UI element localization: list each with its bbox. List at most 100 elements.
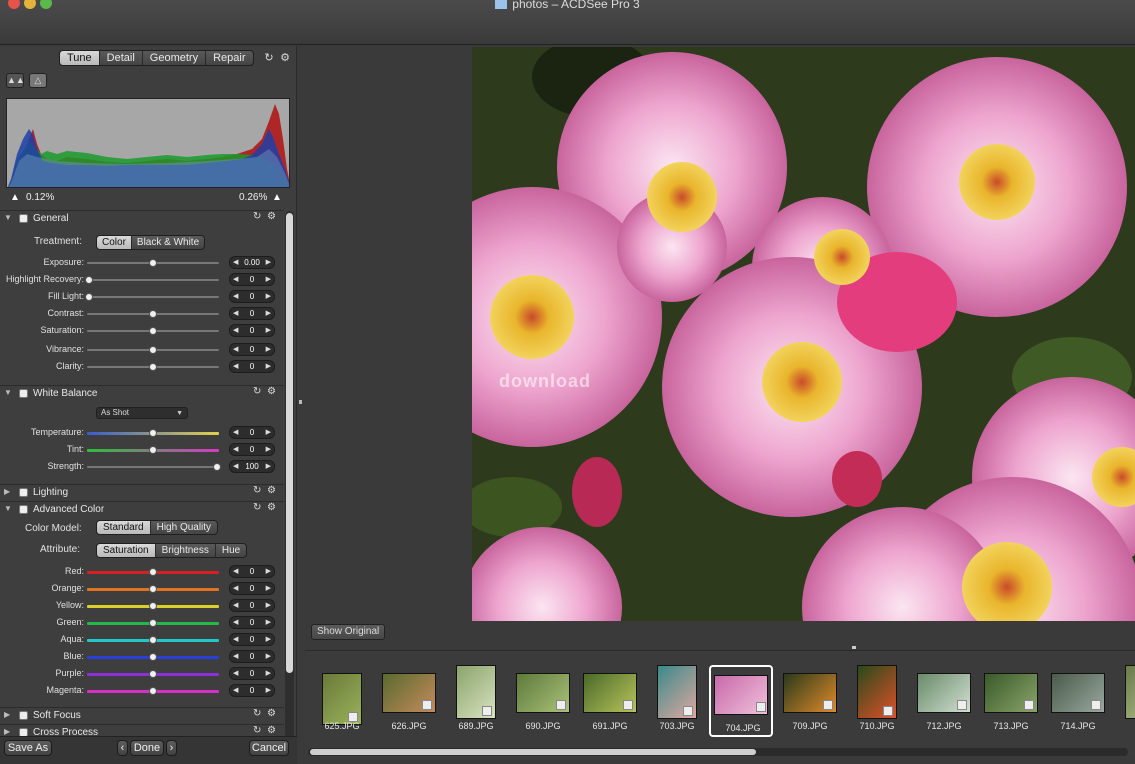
filmstrip-thumbnail[interactable]: 712.JPG — [912, 665, 976, 737]
increment-icon[interactable]: ▶ — [266, 600, 271, 611]
filmstrip-splitter-handle[interactable] — [852, 646, 856, 649]
thumbnail-checkbox[interactable] — [756, 702, 766, 712]
decrement-icon[interactable]: ◀ — [233, 461, 238, 472]
tint-slider-knob[interactable] — [149, 446, 157, 454]
decrement-icon[interactable]: ◀ — [233, 291, 238, 302]
fill-light-slider-knob[interactable] — [85, 293, 93, 301]
disclosure-closed-icon[interactable]: ▶ — [4, 727, 10, 736]
increment-icon[interactable]: ▶ — [266, 634, 271, 645]
white-balance-preset-select[interactable]: As Shot ▼ — [96, 407, 188, 419]
decrement-icon[interactable]: ◀ — [233, 685, 238, 696]
saturation-value[interactable]: 0 — [239, 325, 265, 336]
strength-slider-knob[interactable] — [213, 463, 221, 471]
reset-icon[interactable]: ↻ — [253, 725, 261, 736]
red-value[interactable]: 0 — [239, 566, 265, 577]
gear-icon[interactable]: ⚙ — [267, 725, 276, 736]
section-general[interactable]: ▼ General ↻ ⚙ — [0, 210, 284, 226]
panel-splitter-handle[interactable] — [299, 400, 302, 404]
contrast-slider-knob[interactable] — [149, 310, 157, 318]
filmstrip-thumbnail[interactable]: 626.JPG — [377, 665, 441, 737]
reset-icon[interactable]: ↻ — [253, 708, 261, 719]
histogram-mode-icon[interactable]: ▲▲ — [6, 73, 25, 88]
white-balance-enable-checkbox[interactable] — [19, 389, 28, 398]
filmstrip-thumbnail[interactable]: 625.JPG — [310, 665, 374, 737]
lighting-enable-checkbox[interactable] — [19, 488, 28, 497]
gear-icon[interactable]: ⚙ — [267, 211, 276, 222]
treatment-color-button[interactable]: Color — [97, 236, 132, 249]
gear-icon[interactable]: ⚙ — [267, 485, 276, 496]
section-lighting[interactable]: ▶ Lighting ↻ ⚙ — [0, 484, 284, 500]
section-advanced-color[interactable]: ▼ Advanced Color ↻ ⚙ — [0, 501, 284, 517]
reset-icon[interactable]: ↻ — [253, 386, 261, 397]
increment-icon[interactable]: ▶ — [266, 257, 271, 268]
increment-icon[interactable]: ▶ — [266, 361, 271, 372]
decrement-icon[interactable]: ◀ — [233, 617, 238, 628]
tab-repair[interactable]: Repair — [206, 51, 252, 65]
gear-icon[interactable]: ⚙ — [277, 50, 293, 66]
decrement-icon[interactable]: ◀ — [233, 668, 238, 679]
cross-process-enable-checkbox[interactable] — [19, 728, 28, 736]
reset-icon[interactable]: ↻ — [253, 211, 261, 222]
disclosure-closed-icon[interactable]: ▶ — [4, 487, 10, 496]
decrement-icon[interactable]: ◀ — [233, 444, 238, 455]
thumbnail-checkbox[interactable] — [823, 700, 833, 710]
saturation-slider-knob[interactable] — [149, 327, 157, 335]
increment-icon[interactable]: ▶ — [266, 617, 271, 628]
filmstrip-thumbnail[interactable]: 704.JPG — [709, 665, 773, 737]
decrement-icon[interactable]: ◀ — [233, 634, 238, 645]
filmstrip-thumbnail[interactable]: 689.JPG — [444, 665, 508, 737]
orange-slider-knob[interactable] — [149, 585, 157, 593]
previous-image-button[interactable]: ‹ — [117, 740, 128, 756]
increment-icon[interactable]: ▶ — [266, 444, 271, 455]
aqua-value[interactable]: 0 — [239, 634, 265, 645]
magenta-slider-knob[interactable] — [149, 687, 157, 695]
temperature-value[interactable]: 0 — [239, 427, 265, 438]
increment-icon[interactable]: ▶ — [266, 566, 271, 577]
reset-icon[interactable]: ↻ — [253, 485, 261, 496]
thumbnail-checkbox[interactable] — [883, 706, 893, 716]
disclosure-open-icon[interactable]: ▼ — [4, 213, 12, 222]
decrement-icon[interactable]: ◀ — [233, 257, 238, 268]
clarity-value[interactable]: 0 — [239, 361, 265, 372]
section-cross-process[interactable]: ▶ Cross Process ↻ ⚙ — [0, 724, 284, 736]
attribute-brightness-button[interactable]: Brightness — [156, 544, 216, 557]
increment-icon[interactable]: ▶ — [266, 325, 271, 336]
yellow-slider-knob[interactable] — [149, 602, 157, 610]
yellow-value[interactable]: 0 — [239, 600, 265, 611]
aqua-slider-knob[interactable] — [149, 636, 157, 644]
filmstrip-thumbnail[interactable]: 691.JPG — [578, 665, 642, 737]
strength-slider[interactable] — [87, 466, 219, 468]
gear-icon[interactable]: ⚙ — [267, 708, 276, 719]
clip-warning-toggle-icon[interactable]: △ — [29, 73, 47, 88]
filmstrip-thumbnail[interactable]: 710.JPG — [845, 665, 909, 737]
blue-value[interactable]: 0 — [239, 651, 265, 662]
increment-icon[interactable]: ▶ — [266, 583, 271, 594]
strength-value[interactable]: 100 — [239, 461, 265, 472]
color-model-standard-button[interactable]: Standard — [97, 521, 151, 534]
filmstrip-thumbnail[interactable]: 713.JPG — [979, 665, 1043, 737]
increment-icon[interactable]: ▶ — [266, 427, 271, 438]
treatment-bw-button[interactable]: Black & White — [132, 236, 204, 249]
advanced-color-enable-checkbox[interactable] — [19, 505, 28, 514]
fill-light-value[interactable]: 0 — [239, 291, 265, 302]
highlight-recovery-slider-knob[interactable] — [85, 276, 93, 284]
filmstrip-thumbnail[interactable]: 714.JPG — [1046, 665, 1110, 737]
filmstrip-thumbnail[interactable]: 690.JPG — [511, 665, 575, 737]
decrement-icon[interactable]: ◀ — [233, 361, 238, 372]
vibrance-slider-knob[interactable] — [149, 346, 157, 354]
filmstrip-thumbnail[interactable]: 71 — [1113, 665, 1135, 737]
temperature-slider-knob[interactable] — [149, 429, 157, 437]
attribute-saturation-button[interactable]: Saturation — [97, 544, 156, 557]
gear-icon[interactable]: ⚙ — [267, 386, 276, 397]
general-enable-checkbox[interactable] — [19, 214, 28, 223]
vibrance-value[interactable]: 0 — [239, 344, 265, 355]
filmstrip-scrollbar-thumb[interactable] — [310, 749, 756, 755]
highlight-recovery-slider[interactable] — [87, 279, 219, 281]
thumbnail-checkbox[interactable] — [1024, 700, 1034, 710]
shadow-clip-warning-icon[interactable]: ▲ — [10, 192, 20, 203]
decrement-icon[interactable]: ◀ — [233, 325, 238, 336]
filmstrip-scrollbar[interactable] — [308, 748, 1128, 756]
cancel-button[interactable]: Cancel — [249, 740, 289, 756]
increment-icon[interactable]: ▶ — [266, 308, 271, 319]
blue-slider-knob[interactable] — [149, 653, 157, 661]
